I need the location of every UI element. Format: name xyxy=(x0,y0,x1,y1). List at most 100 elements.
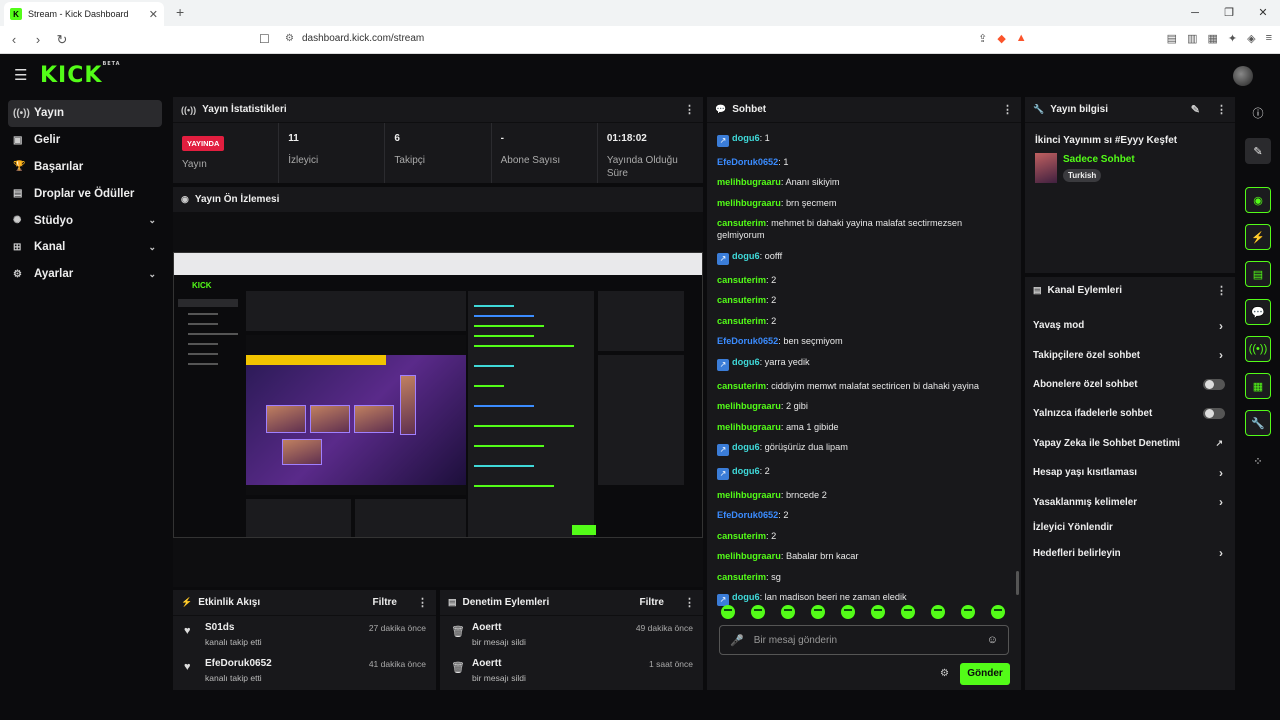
more-options-icon[interactable]: ⋮ xyxy=(1216,103,1227,116)
stats-widget-icon[interactable]: ▦ xyxy=(1245,373,1271,399)
chat-username[interactable]: cansuterim xyxy=(717,295,766,305)
reload-icon[interactable]: ↻ xyxy=(52,32,72,48)
minimize-icon[interactable]: ─ xyxy=(1178,0,1212,26)
action-account-age[interactable]: Hesap yaşı kısıtlaması › xyxy=(1025,458,1235,487)
action-slow-mode[interactable]: Yavaş mod › xyxy=(1025,311,1235,340)
edit-icon[interactable]: ✎ xyxy=(1191,103,1200,116)
emote-icon[interactable] xyxy=(721,605,735,619)
chat-scrollbar[interactable] xyxy=(1016,571,1019,595)
chat-username[interactable]: cansuterim xyxy=(717,572,766,582)
share-icon[interactable]: ⇪ xyxy=(978,32,987,45)
wrench-widget-icon[interactable]: 🔧 xyxy=(1245,410,1271,436)
emote-icon[interactable] xyxy=(751,605,765,619)
sidebar-toggle-icon[interactable]: ▥ xyxy=(1187,32,1197,45)
sidebar-item-kanal[interactable]: ⊞ Kanal ⌄ xyxy=(8,234,162,261)
chat-username[interactable]: melihbugraaru xyxy=(717,490,781,500)
stream-preview-video[interactable]: KICK xyxy=(173,213,703,563)
preview-widget-icon[interactable]: ◉ xyxy=(1245,187,1271,213)
chat-username[interactable]: cansuterim xyxy=(717,531,766,541)
chat-username[interactable]: dogu6 xyxy=(732,251,760,261)
chat-username[interactable]: EfeDoruk0652 xyxy=(717,510,778,520)
emote-icon[interactable] xyxy=(811,605,825,619)
close-window-icon[interactable]: ✕ xyxy=(1246,0,1280,26)
more-options-icon[interactable]: ⋮ xyxy=(684,596,695,609)
chat-username[interactable]: dogu6 xyxy=(732,357,760,367)
site-info-icon[interactable]: ⚙ xyxy=(285,33,294,44)
kick-logo[interactable]: KICKBETA xyxy=(40,61,121,88)
sidebar-item-ayarlar[interactable]: ⚙ Ayarlar ⌄ xyxy=(8,261,162,288)
category-name[interactable]: Sadece Sohbet xyxy=(1063,154,1135,165)
forward-icon[interactable]: › xyxy=(28,32,48,47)
chat-username[interactable]: cansuterim xyxy=(717,316,766,326)
brave-shield-icon[interactable]: ◆ xyxy=(997,32,1005,45)
chat-username[interactable]: dogu6 xyxy=(732,592,760,602)
user-avatar[interactable] xyxy=(1233,66,1253,86)
chat-username[interactable]: EfeDoruk0652 xyxy=(717,336,778,346)
chat-username[interactable]: melihbugraaru xyxy=(717,401,781,411)
chat-username[interactable]: melihbugraaru xyxy=(717,551,781,561)
emote-icon[interactable] xyxy=(841,605,855,619)
browser-tab[interactable]: K Stream - Kick Dashboard ✕ xyxy=(4,2,164,26)
microphone-icon[interactable]: 🎤 xyxy=(730,634,744,647)
more-options-icon[interactable]: ⋮ xyxy=(1216,284,1227,297)
chat-username[interactable]: cansuterim xyxy=(717,381,766,391)
chat-message-input[interactable]: 🎤 Bir mesaj gönderin ☺ xyxy=(719,625,1009,655)
extensions-icon[interactable]: ✦ xyxy=(1228,32,1237,45)
filter-button[interactable]: Filtre xyxy=(640,597,664,608)
vpn-icon[interactable]: ◈ xyxy=(1247,32,1255,45)
action-ai-moderation[interactable]: Yapay Zeka ile Sohbet Denetimi ↗ xyxy=(1025,429,1235,458)
emote-icon[interactable] xyxy=(991,605,1005,619)
chat-username[interactable]: melihbugraaru xyxy=(717,177,781,187)
new-tab-button[interactable]: + xyxy=(176,4,184,20)
category-thumbnail[interactable] xyxy=(1035,153,1057,183)
edit-layout-icon[interactable]: ✎ xyxy=(1245,138,1271,164)
chat-username[interactable]: dogu6 xyxy=(732,442,760,452)
action-host-viewers[interactable]: İzleyici Yönlendir xyxy=(1025,517,1235,539)
sidebar-item-yayin[interactable]: ((•)) Yayın xyxy=(8,100,162,127)
bookmark-icon[interactable]: ☐ xyxy=(259,32,270,46)
lightning-widget-icon[interactable]: ⚡ xyxy=(1245,224,1271,250)
subscribers-only-toggle[interactable] xyxy=(1203,378,1225,390)
emote-icon[interactable] xyxy=(931,605,945,619)
chat-username[interactable]: cansuterim xyxy=(717,275,766,285)
action-banned-words[interactable]: Yasaklanmış kelimeler › xyxy=(1025,487,1235,516)
chat-username[interactable]: dogu6 xyxy=(732,133,760,143)
action-followers-only[interactable]: Takipçilere özel sohbet › xyxy=(1025,340,1235,369)
sidebar-item-gelir[interactable]: ▣ Gelir xyxy=(8,127,162,154)
reader-mode-icon[interactable]: ▤ xyxy=(1167,32,1177,45)
sidebar-item-basarilar[interactable]: 🏆 Başarılar xyxy=(8,154,162,181)
emote-icon[interactable] xyxy=(871,605,885,619)
chat-username[interactable]: cansuterim xyxy=(717,218,766,228)
browser-menu-icon[interactable]: ≡ xyxy=(1266,32,1272,45)
emote-icon[interactable] xyxy=(901,605,915,619)
back-icon[interactable]: ‹ xyxy=(4,32,24,47)
chat-username[interactable]: dogu6 xyxy=(732,466,760,476)
info-icon[interactable]: ⓘ xyxy=(1245,100,1271,126)
emoji-picker-icon[interactable]: ☺ xyxy=(987,634,998,646)
send-button[interactable]: Gönder xyxy=(960,663,1010,685)
chat-username[interactable]: melihbugraaru xyxy=(717,422,781,432)
more-options-icon[interactable]: ⋮ xyxy=(417,596,428,609)
emote-icon[interactable] xyxy=(961,605,975,619)
wallet-icon[interactable]: ▦ xyxy=(1207,32,1217,45)
action-set-goals[interactable]: Hedefleri belirleyin › xyxy=(1025,539,1235,568)
chat-username[interactable]: EfeDoruk0652 xyxy=(717,157,778,167)
broadcast-widget-icon[interactable]: ((•)) xyxy=(1245,336,1271,362)
close-tab-icon[interactable]: ✕ xyxy=(149,8,158,21)
emote-icon[interactable] xyxy=(781,605,795,619)
brave-rewards-icon[interactable]: ▲ xyxy=(1016,32,1027,45)
more-options-icon[interactable]: ⋮ xyxy=(1002,103,1013,116)
list-widget-icon[interactable]: ▤ xyxy=(1245,261,1271,287)
hamburger-menu-icon[interactable]: ☰ xyxy=(14,66,27,84)
restore-icon[interactable]: ❐ xyxy=(1212,0,1246,26)
more-options-icon[interactable]: ⋮ xyxy=(684,103,695,116)
url-field[interactable]: ⚙ dashboard.kick.com/stream xyxy=(285,33,424,44)
chat-widget-icon[interactable]: 💬 xyxy=(1245,299,1271,325)
chat-settings-icon[interactable]: ⚙ xyxy=(940,668,949,679)
sidebar-item-studyo[interactable]: ✺ Stüdyo ⌄ xyxy=(8,207,162,234)
emotes-only-toggle[interactable] xyxy=(1203,408,1225,420)
chat-username[interactable]: melihbugraaru xyxy=(717,198,781,208)
add-widget-icon[interactable]: ⁘ xyxy=(1245,448,1271,474)
filter-button[interactable]: Filtre xyxy=(373,597,397,608)
sidebar-item-droplar[interactable]: ▤ Droplar ve Ödüller xyxy=(8,180,162,207)
